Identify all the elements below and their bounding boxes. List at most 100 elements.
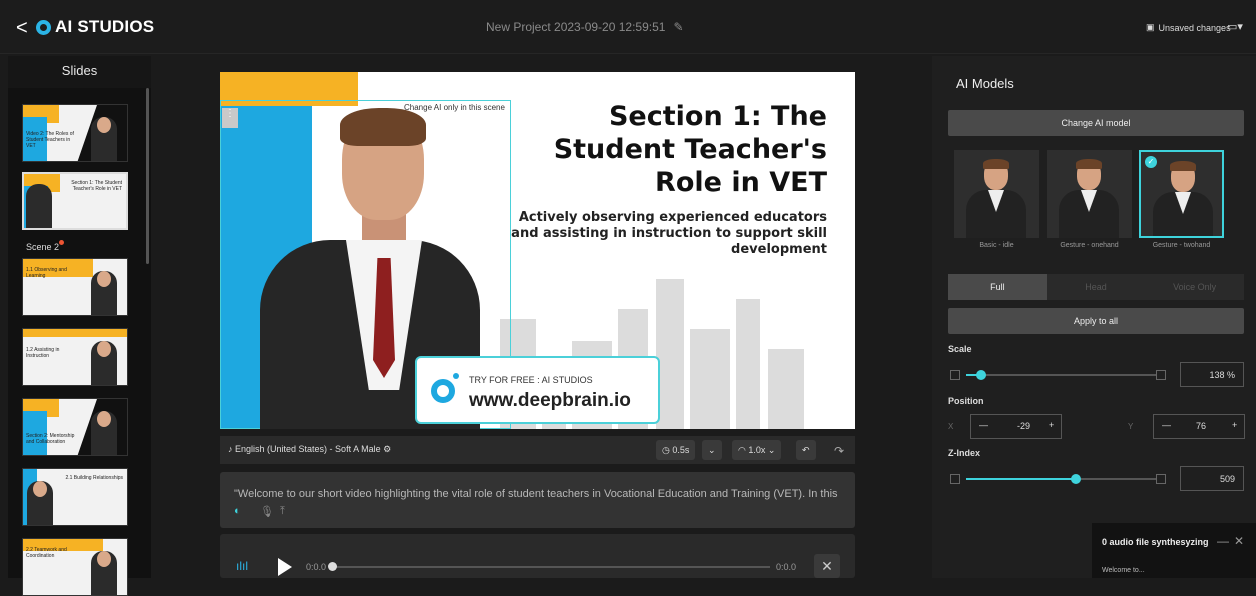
waveform-icon: ılıl	[236, 559, 248, 573]
y-axis-label: Y	[1128, 422, 1134, 431]
model-gesture-twohand[interactable]: ✓	[1139, 150, 1224, 238]
scale-max-icon	[1156, 370, 1166, 380]
top-bar: < AI STUDIOS New Project 2023-09-20 12:5…	[0, 0, 1256, 54]
redo-icon[interactable]: ↷	[834, 444, 844, 458]
position-y-field[interactable]: — 76 +	[1153, 414, 1245, 439]
increment-icon[interactable]: +	[1049, 420, 1054, 430]
project-title[interactable]: New Project 2023-09-20 12:59:51	[486, 20, 665, 34]
clock-icon: ◷	[662, 445, 670, 455]
seek-handle[interactable]	[328, 562, 337, 571]
unsaved-indicator: ▣ Unsaved changes	[1146, 22, 1231, 33]
promo-line-1: TRY FOR FREE : AI STUDIOS	[469, 375, 593, 385]
toast-text: 0 audio file synthesyzing	[1102, 537, 1209, 547]
model-label: Gesture - onehand	[1060, 242, 1119, 249]
pause-button[interactable]: ◷ 0.5s	[656, 440, 696, 460]
change-model-button[interactable]: Change AI model	[948, 110, 1244, 136]
scene-label: Scene 2	[26, 242, 60, 252]
model-label: Basic - idle	[979, 242, 1014, 249]
slide-thumb-3[interactable]: 1.1 Observing and Learning	[22, 258, 128, 316]
slide-thumb-7[interactable]: 2.2 Teamwork and Coordination	[22, 538, 128, 596]
model-gesture-onehand[interactable]	[1047, 150, 1132, 238]
slide-thumb-1[interactable]: Video 2: The Roles of Student Teachers i…	[22, 104, 128, 162]
position-y-value[interactable]: 76	[1196, 421, 1206, 431]
scale-input[interactable]: 138 %	[1180, 362, 1244, 387]
speed-button[interactable]: ◠ 1.0x ⌄	[732, 440, 782, 460]
pause-dropdown[interactable]: ⌄	[702, 440, 722, 460]
position-label: Position	[948, 396, 984, 406]
slide-canvas[interactable]: Change AI only in this scene ⋮ Section 1…	[220, 72, 855, 429]
promo-url: www.deepbrain.io	[469, 390, 631, 411]
script-text[interactable]: "Welcome to our short video highlighting…	[234, 488, 844, 500]
time-end: 0:0.0	[776, 562, 797, 572]
tab-head[interactable]: Head	[1047, 274, 1146, 300]
app-logo[interactable]: AI STUDIOS	[36, 17, 154, 37]
decrement-icon[interactable]: —	[979, 420, 988, 430]
slides-scrollbar[interactable]	[146, 88, 149, 264]
undo-button[interactable]: ↶	[796, 440, 816, 460]
position-x-field[interactable]: — -29 +	[970, 414, 1062, 439]
apply-all-button[interactable]: Apply to all	[948, 308, 1244, 334]
script-editor[interactable]: "Welcome to our short video highlighting…	[220, 472, 855, 528]
speed-icon: ◠	[738, 445, 746, 455]
unsaved-dot	[59, 240, 64, 245]
microphone-icon[interactable]: 🎙	[260, 505, 274, 518]
decrement-icon[interactable]: —	[1162, 420, 1171, 430]
app-name: AI STUDIOS	[55, 17, 155, 36]
panel-title: AI Models	[956, 76, 1014, 91]
play-button[interactable]	[278, 558, 292, 576]
slide-thumb-text: 1.2 Assisting in Instruction	[26, 347, 60, 359]
scale-label: Scale	[948, 344, 972, 354]
slide-subtitle[interactable]: Actively observing experienced educators…	[497, 210, 827, 258]
voice-selector[interactable]: ♪ English (United States) - Soft A Male …	[228, 444, 391, 455]
edit-icon[interactable]: ✎	[673, 20, 683, 34]
upload-icon[interactable]: ⤒	[280, 505, 285, 518]
save-icon: ▣	[1146, 22, 1155, 32]
tab-full[interactable]: Full	[948, 274, 1047, 300]
scale-slider[interactable]	[966, 370, 1156, 380]
position-x-value[interactable]: -29	[1017, 421, 1030, 431]
logo-ring-icon	[36, 19, 51, 35]
undo-icon: ↶	[802, 445, 810, 455]
zindex-handle[interactable]	[1071, 474, 1081, 484]
layout-icon[interactable]: ▭▾	[1227, 20, 1243, 33]
slide-thumb-text: Section 2: Mentorship and Collaboration	[26, 433, 75, 445]
project-title-area[interactable]: New Project 2023-09-20 12:59:51 ✎	[486, 20, 684, 34]
model-basic-idle[interactable]	[954, 150, 1039, 238]
tab-voice-only[interactable]: Voice Only	[1145, 274, 1244, 300]
chevron-down-icon: ⌄	[767, 445, 776, 455]
settings-icon[interactable]: ⚙	[383, 444, 391, 454]
slide-thumb-5[interactable]: Section 2: Mentorship and Collaboration	[22, 398, 128, 456]
synthesis-toast: 0 audio file synthesyzing — ✕ Welcome to…	[1092, 523, 1256, 578]
slide-thumb-text: 1.1 Observing and Learning	[26, 267, 67, 279]
voice-icon: ♪	[228, 444, 233, 454]
x-axis-label: X	[948, 422, 954, 431]
slide-title[interactable]: Section 1: The Student Teacher's Role in…	[487, 100, 827, 199]
promo-banner[interactable]: TRY FOR FREE : AI STUDIOS www.deepbrain.…	[415, 356, 660, 424]
zindex-slider[interactable]	[966, 474, 1156, 484]
slide-thumb-4[interactable]: 1.2 Assisting in Instruction	[22, 328, 128, 386]
minimize-icon[interactable]: —	[1217, 534, 1229, 548]
slide-thumb-6[interactable]: 2.1 Building Relationships	[22, 468, 128, 526]
zindex-label: Z-Index	[948, 448, 981, 458]
slide-thumb-text: 2.2 Teamwork and Coordination	[26, 547, 67, 559]
more-icon[interactable]: ⋮	[222, 108, 238, 128]
close-icon[interactable]: ✕	[1234, 534, 1244, 548]
scale-handle[interactable]	[976, 370, 986, 380]
increment-icon[interactable]: +	[1232, 420, 1237, 430]
scale-min-icon	[950, 370, 960, 380]
chevron-down-icon: ⌄	[708, 445, 716, 455]
ai-assist-icon[interactable]: ◐	[234, 505, 241, 517]
back-icon[interactable]: <	[16, 17, 28, 40]
slide-thumb-2[interactable]: Section 1: The Student Teacher's Role in…	[22, 172, 128, 230]
slides-panel: Slides Video 2: The Roles of Student Tea…	[8, 56, 151, 596]
close-icon[interactable]: ✕	[814, 554, 840, 578]
crop-tabs: Full Head Voice Only	[948, 274, 1244, 300]
unsaved-label: Unsaved changes	[1158, 22, 1231, 33]
audio-player: ılıl 0:0.0 0:0.0 ✕	[220, 534, 855, 578]
deepbrain-logo-icon	[431, 379, 455, 403]
model-label: Gesture - twohand	[1152, 242, 1211, 249]
zindex-input[interactable]: 509	[1180, 466, 1244, 491]
slide-thumb-text: 2.1 Building Relationships	[65, 475, 123, 481]
seek-bar[interactable]	[330, 566, 770, 568]
voice-toolbar: ♪ English (United States) - Soft A Male …	[220, 436, 855, 464]
